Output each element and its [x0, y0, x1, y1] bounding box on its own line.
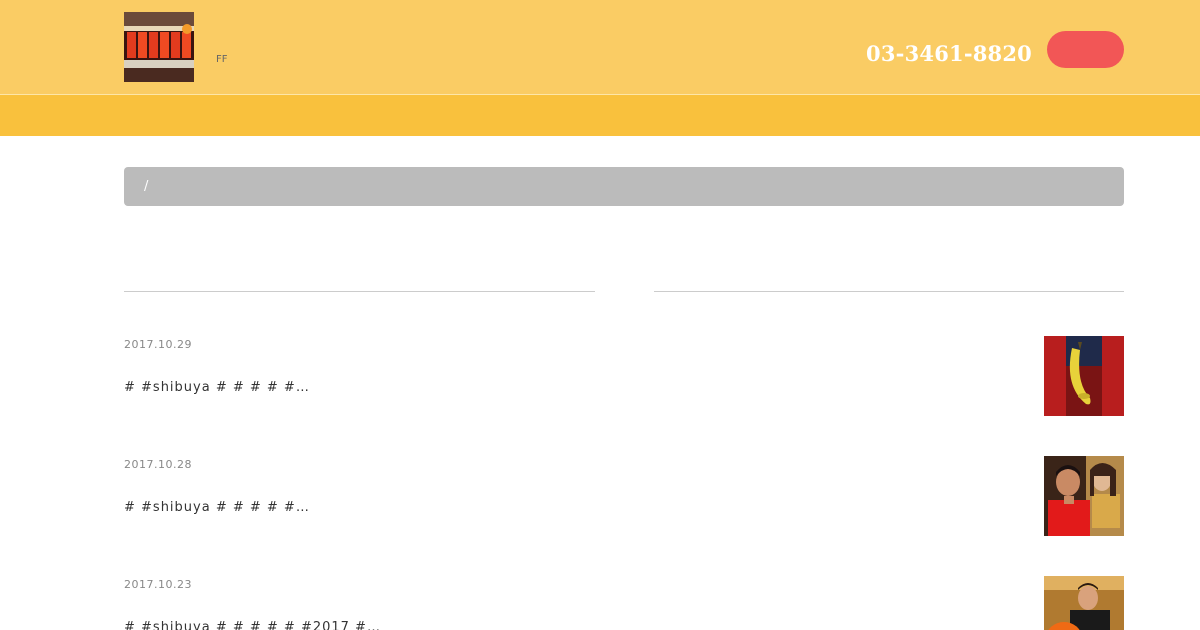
store-logo-image[interactable]	[124, 12, 194, 82]
section-divider-right	[654, 291, 1124, 292]
post-item[interactable]: 2017.10.23 # #shibuya # # # # # #2017 #…	[124, 576, 1124, 630]
post-item[interactable]: 2017.10.28 # #shibuya # # # # #…	[124, 456, 1124, 536]
reservation-button[interactable]	[1047, 31, 1124, 68]
site-tagline: FF	[216, 54, 228, 65]
post-excerpt: # #shibuya # # # # #…	[124, 380, 310, 395]
post-excerpt: # #shibuya # # # # #…	[124, 500, 310, 515]
global-nav-bar	[0, 95, 1200, 136]
phone-number[interactable]: 03-3461-8820	[866, 41, 1032, 66]
breadcrumb-separator: /	[144, 179, 149, 194]
post-date: 2017.10.29	[124, 338, 192, 351]
post-thumbnail-banana[interactable]	[1044, 336, 1124, 416]
section-title	[595, 282, 654, 300]
post-date: 2017.10.28	[124, 458, 192, 471]
post-thumbnail-pumpkin[interactable]	[1044, 576, 1124, 630]
section-divider-left	[124, 291, 595, 292]
breadcrumb: /	[124, 167, 1124, 206]
post-date: 2017.10.23	[124, 578, 192, 591]
post-thumbnail-people[interactable]	[1044, 456, 1124, 536]
post-excerpt: # #shibuya # # # # # #2017 #…	[124, 620, 381, 630]
post-item[interactable]: 2017.10.29 # #shibuya # # # # #…	[124, 336, 1124, 416]
